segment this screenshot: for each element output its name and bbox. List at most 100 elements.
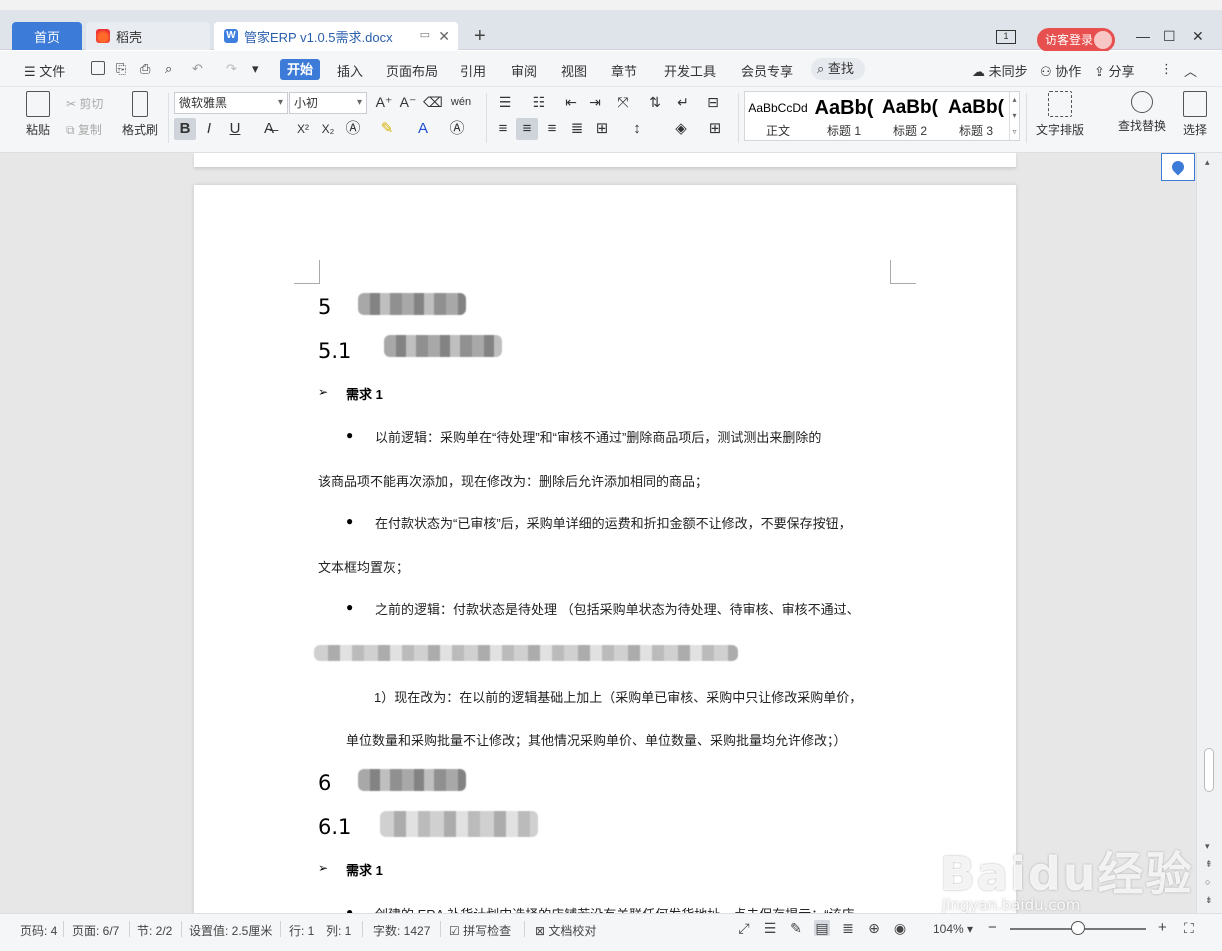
tab-insert[interactable]: 插入: [337, 61, 363, 80]
save-icon[interactable]: [91, 61, 105, 75]
collapse-ribbon-icon[interactable]: ︿: [1184, 61, 1197, 80]
line-spacing-icon[interactable]: ↕: [626, 118, 648, 140]
style-heading-1[interactable]: AaBb( 标题 1: [811, 92, 877, 140]
bold-icon[interactable]: B: [174, 118, 196, 140]
distribute-icon[interactable]: ⊞: [591, 118, 613, 140]
redo-icon[interactable]: ↷: [226, 61, 237, 77]
grow-font-icon[interactable]: A⁺: [373, 91, 395, 113]
find-button[interactable]: ⌕ 查找: [811, 58, 865, 80]
italic-icon[interactable]: I: [198, 118, 220, 140]
undo-icon[interactable]: ↶: [192, 61, 203, 77]
scroll-thumb[interactable]: [1204, 748, 1214, 792]
tab-pin-icon[interactable]: ▭: [420, 28, 430, 41]
subscript-icon[interactable]: X₂: [317, 118, 339, 140]
outline-view-icon[interactable]: ☰: [762, 920, 778, 936]
zoom-level[interactable]: 104% ▾: [933, 922, 973, 936]
window-count-icon[interactable]: 1: [996, 30, 1016, 44]
status-page[interactable]: 页面: 6/7: [72, 922, 119, 939]
style-heading-2[interactable]: AaBb( 标题 2: [877, 92, 943, 140]
close-window-icon[interactable]: ✕: [1192, 28, 1204, 45]
show-marks-icon[interactable]: ↵: [672, 91, 694, 113]
align-left-icon[interactable]: ≡: [492, 118, 514, 140]
prev-page-icon[interactable]: ⇞: [1205, 859, 1213, 870]
align-center-icon[interactable]: ≡: [516, 118, 538, 140]
share-button[interactable]: ⇪ 分享: [1094, 61, 1135, 80]
navigation-pin-button[interactable]: [1161, 153, 1195, 181]
shrink-font-icon[interactable]: A⁻: [397, 91, 419, 113]
increase-indent-icon[interactable]: ⇥: [584, 91, 606, 113]
quick-access-more-icon[interactable]: ▾: [252, 61, 259, 77]
spell-check-button[interactable]: ☑ 拼写检查: [449, 922, 511, 939]
export-icon[interactable]: ⎘: [116, 61, 126, 77]
clear-format-icon[interactable]: ⌫: [422, 91, 444, 113]
superscript-icon[interactable]: X²: [292, 118, 314, 140]
tab-view[interactable]: 视图: [561, 61, 587, 80]
fullscreen-icon[interactable]: ⤢: [736, 920, 752, 936]
maximize-icon[interactable]: ☐: [1163, 28, 1176, 45]
tab-member[interactable]: 会员专享: [741, 61, 793, 80]
tab-page-layout[interactable]: 页面布局: [386, 61, 438, 80]
zoom-out-icon[interactable]: −: [988, 919, 997, 936]
font-size-select[interactable]: 小初: [289, 92, 367, 114]
status-word-count[interactable]: 字数: 1427: [373, 922, 430, 939]
status-row[interactable]: 行: 1: [289, 922, 314, 939]
highlight-icon[interactable]: ✎: [376, 118, 398, 140]
page-view-icon[interactable]: ▤: [814, 920, 830, 936]
borders-icon[interactable]: ⊞: [704, 118, 726, 140]
tab-home[interactable]: 首页: [12, 22, 82, 50]
strikethrough-icon[interactable]: A̶: [258, 118, 280, 140]
zoom-slider-knob[interactable]: [1071, 921, 1085, 935]
collab-button[interactable]: ⚇ 协作: [1040, 61, 1081, 80]
new-tab-icon[interactable]: +: [474, 25, 486, 48]
style-gallery-scroll[interactable]: ▴ ▾ ▿: [1009, 92, 1019, 140]
minimize-icon[interactable]: —: [1136, 28, 1150, 44]
format-painter-button[interactable]: 格式刷: [118, 91, 162, 138]
status-page-code[interactable]: 页码: 4: [20, 922, 57, 939]
unsynced-button[interactable]: ☁ 未同步: [972, 61, 1028, 80]
fit-window-icon[interactable]: ⛶: [1184, 920, 1194, 937]
tab-review[interactable]: 审阅: [511, 61, 537, 80]
tab-daoke[interactable]: 稻壳: [86, 22, 210, 50]
justify-icon[interactable]: ≣: [566, 118, 588, 140]
status-section[interactable]: 节: 2/2: [137, 922, 172, 939]
tab-start[interactable]: 开始: [280, 59, 320, 80]
shading-icon[interactable]: ◈: [670, 118, 692, 140]
status-setting[interactable]: 设置值: 2.5厘米: [189, 922, 272, 939]
print-icon[interactable]: ⎙: [140, 61, 150, 77]
sort-icon[interactable]: ⇅: [644, 91, 666, 113]
tab-references[interactable]: 引用: [460, 61, 486, 80]
tab-dev-tools[interactable]: 开发工具: [664, 61, 716, 80]
tab-document[interactable]: W 管家ERP v1.0.5需求.docx ▭ ✕: [214, 22, 458, 50]
underline-icon[interactable]: U: [224, 118, 246, 140]
more-options-icon[interactable]: ⋮: [1160, 61, 1173, 77]
next-page-icon[interactable]: ⇟: [1205, 895, 1213, 906]
style-normal[interactable]: AaBbCcDd 正文: [745, 92, 811, 140]
phonetic-icon[interactable]: wén: [450, 91, 472, 113]
web-view-icon[interactable]: ⊕: [866, 920, 882, 936]
text-effect-icon[interactable]: Ⓐ: [342, 118, 364, 140]
status-col[interactable]: 列: 1: [326, 922, 351, 939]
vertical-scrollbar[interactable]: ▴ ▾ ⇞ ○ ⇟: [1196, 153, 1222, 913]
font-color-icon[interactable]: A: [412, 118, 434, 140]
scroll-up-icon[interactable]: ▴: [1205, 157, 1210, 168]
outline-mode-icon[interactable]: ≣: [840, 920, 856, 936]
paste-button[interactable]: 粘贴: [20, 91, 56, 138]
char-border-icon[interactable]: Ⓐ: [446, 118, 468, 140]
select-browse-icon[interactable]: ○: [1205, 877, 1210, 887]
write-mode-icon[interactable]: ✎: [788, 920, 804, 936]
numbered-list-icon[interactable]: ☷: [528, 91, 550, 113]
eye-protect-icon[interactable]: ◉: [892, 920, 908, 936]
find-replace-button[interactable]: 查找替换: [1110, 91, 1174, 134]
align-right-icon[interactable]: ≡: [541, 118, 563, 140]
file-menu[interactable]: ☰ 文件: [24, 61, 65, 80]
bullet-list-icon[interactable]: ☰: [494, 91, 516, 113]
font-name-select[interactable]: 微软雅黑: [174, 92, 288, 114]
text-layout-button[interactable]: 文字排版: [1032, 91, 1088, 138]
doc-proof-button[interactable]: ⊠ 文档校对: [535, 922, 596, 939]
document-page[interactable]: 5 5.1 ➢ 需求 1 ● 以前逻辑：采购单在“待处理”和“审核不通过”删除商…: [194, 185, 1016, 913]
visitor-login-button[interactable]: 访客登录: [1037, 28, 1115, 52]
document-workspace[interactable]: 5 5.1 ➢ 需求 1 ● 以前逻辑：采购单在“待处理”和“审核不通过”删除商…: [0, 153, 1196, 913]
scroll-down-icon[interactable]: ▾: [1205, 841, 1210, 852]
zoom-in-icon[interactable]: +: [1158, 919, 1167, 936]
tab-close-icon[interactable]: ✕: [438, 28, 450, 45]
